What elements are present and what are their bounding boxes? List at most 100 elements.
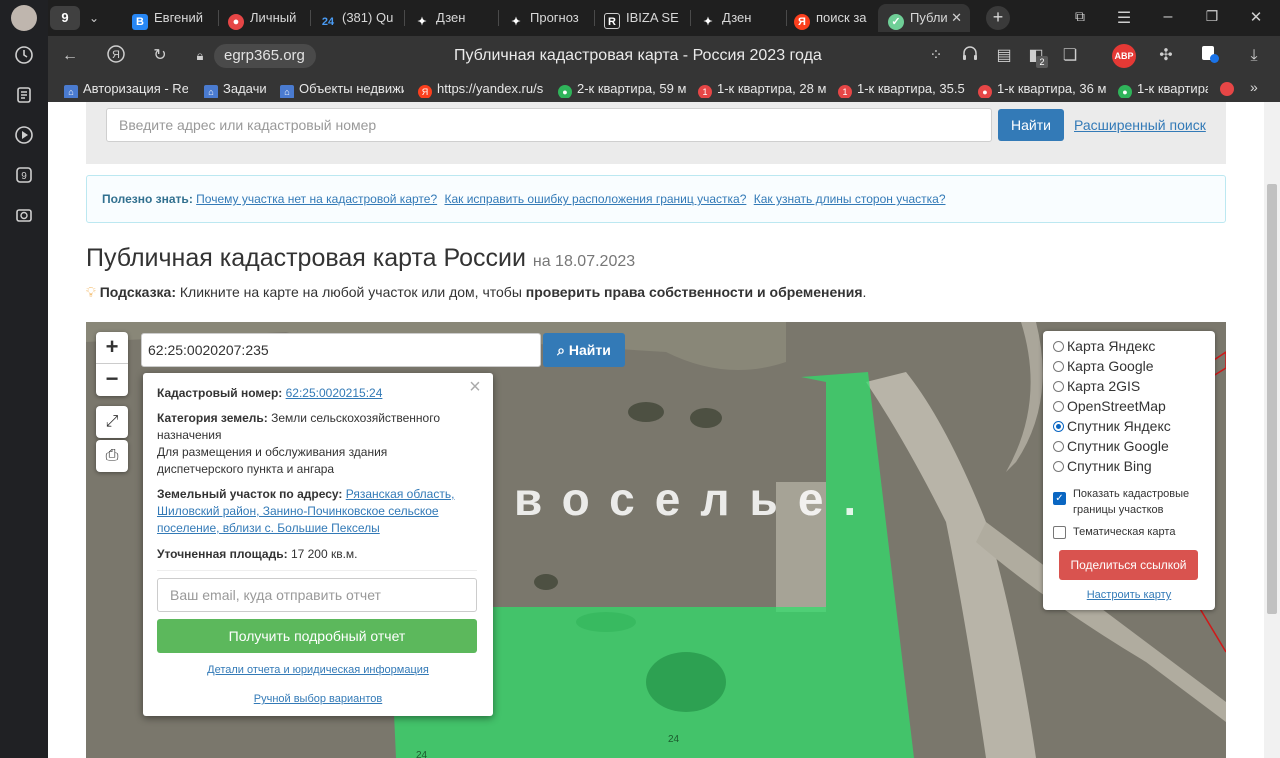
bookmark-label: 1-к квартира, 28 м (717, 81, 826, 96)
print-icon[interactable]: ⎙ (96, 440, 128, 472)
chevron-down-icon[interactable]: ⌄ (84, 6, 104, 30)
radio-icon[interactable] (1053, 361, 1064, 372)
bookmark-label: 1-к квартира, 35.5 (857, 81, 965, 96)
cadastral-number-input[interactable]: 62:25:0020207:235 (141, 333, 541, 367)
profile-avatar[interactable] (11, 5, 37, 31)
layer-option-yandex-map[interactable]: Карта Яндекс (1053, 336, 1155, 356)
layer-option-osm[interactable]: OpenStreetMap (1053, 396, 1166, 416)
hint-end: . (862, 284, 867, 300)
svg-text:9: 9 (21, 171, 27, 182)
area-value: 17 200 кв.м. (290, 547, 358, 561)
advanced-search-link[interactable]: Расширенный поиск (1074, 117, 1206, 133)
bookmark-label: 2-к квартира, 59 м (577, 81, 686, 96)
translate-icon[interactable] (1198, 44, 1222, 68)
bookmark-item[interactable]: ⌂ Задачи (204, 80, 270, 98)
bookmark-item[interactable]: Яhttps://yandex.ru/s (418, 80, 546, 98)
configure-map-link[interactable]: Настроить карту (1043, 589, 1215, 601)
zoom-out-button[interactable]: − (96, 364, 128, 396)
bookmark-item[interactable]: ⌂ Объекты недвижи (280, 80, 404, 98)
tab-sync-icon[interactable]: ⧉ (1070, 8, 1090, 28)
page-content: Введите адрес или кадастровый номер Найт… (48, 102, 1264, 758)
url-field[interactable]: egrp365.org (214, 44, 316, 68)
fullscreen-icon[interactable]: ⤢ (96, 406, 128, 438)
screenshot-icon[interactable] (12, 205, 36, 229)
cad-number-row: Кадастровый номер: 62:25:0020215:24 (157, 385, 477, 402)
search-button[interactable]: Найти (998, 109, 1064, 141)
close-icon[interactable]: ✕ (951, 4, 962, 32)
page-scrollbar[interactable] (1264, 102, 1280, 758)
tab-2[interactable]: ● Личный (228, 4, 304, 32)
restore-icon[interactable]: ❐ (1202, 8, 1222, 28)
radio-icon[interactable] (1053, 381, 1064, 392)
reload-icon[interactable]: ↻ (148, 44, 172, 68)
new-tab-icon[interactable]: + (986, 6, 1010, 30)
tab-7[interactable]: ✦ Дзен (700, 4, 780, 32)
window-close-icon[interactable]: ✕ (1246, 8, 1266, 28)
email-field[interactable]: Ваш email, куда отправить отчет (157, 578, 477, 612)
tab-active[interactable]: ✓ Публи ✕ (878, 4, 970, 32)
info-link-side-lengths[interactable]: Как узнать длины сторон участка? (754, 192, 946, 206)
bookmark-item[interactable]: ● 2-к квартира, 59 м (558, 80, 686, 98)
play-icon[interactable] (12, 125, 36, 149)
layer-option-google-map[interactable]: Карта Google (1053, 356, 1154, 376)
zoom-in-button[interactable]: + (96, 332, 128, 364)
radio-selected-icon[interactable] (1053, 421, 1064, 432)
record-icon[interactable] (1220, 82, 1234, 96)
layer-option-2gis[interactable]: Карта 2GIS (1053, 376, 1140, 396)
thematic-map-checkbox[interactable] (1053, 526, 1066, 539)
report-details-link[interactable]: Детали отчета и юридическая информация (143, 664, 493, 676)
history-icon[interactable] (12, 45, 36, 69)
map-place-label: восельe. (514, 473, 877, 525)
info-link-fix-borders[interactable]: Как исправить ошибку расположения границ… (444, 192, 746, 206)
bookmark-item[interactable]: ● 1-к квартира, 36 м (978, 80, 1106, 98)
reader-icon[interactable]: ▤ (992, 44, 1016, 68)
radio-icon[interactable] (1053, 341, 1064, 352)
extensions-icon[interactable]: 2◧ (1024, 44, 1048, 68)
cad-number-label: Кадастровый номер: (157, 386, 283, 400)
address-search-input[interactable]: Введите адрес или кадастровый номер (106, 108, 992, 142)
tab-6[interactable]: R IBIZA SE (604, 4, 684, 32)
tab-4[interactable]: ✦ Дзен (414, 4, 492, 32)
yandex-home-icon[interactable]: Я (104, 44, 128, 68)
tab-count-badge[interactable]: 9 (50, 6, 80, 30)
counter-icon[interactable]: 9 (12, 165, 36, 189)
show-borders-checkbox[interactable]: ✓ (1053, 492, 1066, 505)
map-search-button[interactable]: ⌕ Найти (543, 333, 625, 367)
parcel-info-popup: × Кадастровый номер: 62:25:0020215:24 Ка… (143, 373, 493, 716)
get-report-button[interactable]: Получить подробный отчет (157, 619, 477, 653)
bookmark-item[interactable]: ● 1-к квартира (1118, 80, 1208, 98)
more-bookmarks-icon[interactable]: » (1250, 79, 1258, 95)
scrollbar-thumb[interactable] (1267, 184, 1277, 614)
bookmark-label: Задачи (223, 81, 267, 96)
bookmark-item[interactable]: 1 1-к квартира, 28 м (698, 80, 826, 98)
puzzle-icon[interactable]: ✣ (1154, 44, 1178, 68)
adblock-icon[interactable]: ABP (1112, 44, 1136, 68)
lock-icon[interactable]: 🔒︎ (188, 44, 212, 68)
tab-3[interactable]: 24 (381) Qu (320, 4, 398, 32)
tab-5[interactable]: ✦ Прогноз (508, 4, 588, 32)
tab-8[interactable]: Япоиск за (794, 4, 874, 32)
layer-option-google-satellite[interactable]: Спутник Google (1053, 436, 1169, 456)
bookmark-item[interactable]: ⌂ Авторизация - Re (64, 80, 188, 98)
cad-number-link[interactable]: 62:25:0020215:24 (286, 386, 383, 400)
menu-icon[interactable]: ☰ (1114, 8, 1134, 28)
layer-option-bing-satellite[interactable]: Спутник Bing (1053, 456, 1152, 476)
tab-1[interactable]: В Евгений (132, 4, 212, 32)
manual-select-link[interactable]: Ручной выбор вариантов (143, 693, 493, 705)
house-icon: ⌂ (204, 85, 218, 98)
back-arrow-icon[interactable]: ← (58, 44, 82, 68)
bookmark-item[interactable]: 1 1-к квартира, 35.5 (838, 80, 966, 98)
info-link-missing-parcel[interactable]: Почему участка нет на кадастровой карте? (196, 192, 437, 206)
minimize-icon[interactable]: – (1158, 8, 1178, 28)
radio-icon[interactable] (1053, 441, 1064, 452)
headphones-icon[interactable] (958, 44, 982, 68)
radio-icon[interactable] (1053, 401, 1064, 412)
apps-icon[interactable]: ⁘ (924, 44, 948, 68)
layer-option-yandex-satellite[interactable]: Спутник Яндекс (1053, 416, 1171, 436)
radio-icon[interactable] (1053, 461, 1064, 472)
collections-icon[interactable] (12, 85, 36, 109)
download-icon[interactable]: ⤓ (1242, 44, 1266, 68)
cadastral-map[interactable]: 24 24 восельe. + − ⤢ ⎙ 62:25:0020207:235… (86, 322, 1226, 758)
bookmark-icon[interactable]: ❏ (1058, 44, 1082, 68)
share-link-button[interactable]: Поделиться ссылкой (1059, 550, 1198, 580)
